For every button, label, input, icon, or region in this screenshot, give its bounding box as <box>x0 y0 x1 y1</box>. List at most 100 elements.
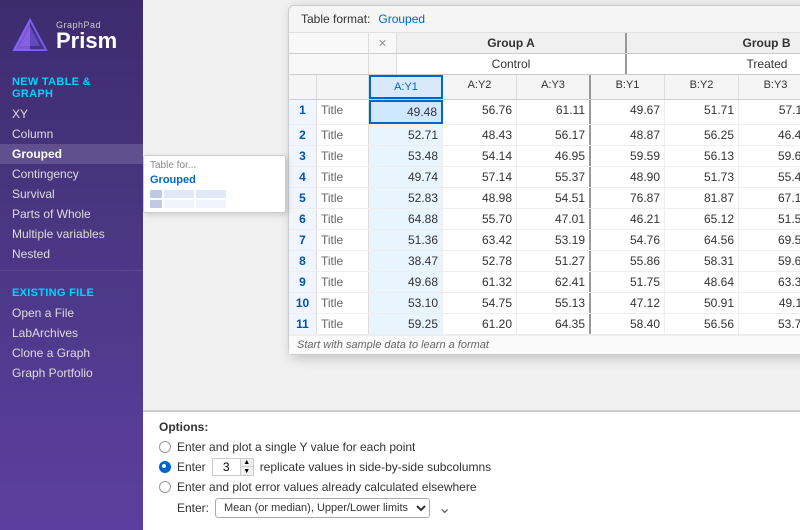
new-table-section-title: NEW TABLE & GRAPH <box>0 66 143 104</box>
cell-data[interactable]: 48.64 <box>665 272 739 292</box>
clear-icon[interactable]: ✕ <box>378 38 387 50</box>
cell-data[interactable]: 81.87 <box>665 188 739 208</box>
cell-data[interactable]: 54.14 <box>443 146 517 166</box>
sidebar-item-survival[interactable]: Survival <box>0 184 143 204</box>
cell-data[interactable]: 48.90 <box>591 167 665 187</box>
spinner-down[interactable]: ▼ <box>241 467 253 475</box>
cell-data[interactable]: 54.75 <box>443 293 517 313</box>
sidebar-item-contingency[interactable]: Contingency <box>0 164 143 184</box>
group-header-empty <box>289 33 369 53</box>
cell-data[interactable]: 48.87 <box>591 125 665 145</box>
cell-data[interactable]: 57.11 <box>739 100 800 124</box>
mini-panel-grouped[interactable]: Grouped <box>150 174 279 186</box>
cell-data[interactable]: 64.35 <box>517 314 591 334</box>
sidebar-item-multiple-variables[interactable]: Multiple variables <box>0 224 143 244</box>
cell-data[interactable]: 67.12 <box>739 188 800 208</box>
sidebar-item-parts-of-whole[interactable]: Parts of Whole <box>0 204 143 224</box>
cell-data[interactable]: 56.56 <box>665 314 739 334</box>
cell-data[interactable]: 51.71 <box>665 100 739 124</box>
cell-data[interactable]: 49.74 <box>369 167 443 187</box>
cell-data[interactable]: 54.76 <box>591 230 665 250</box>
col-hdr-by1[interactable]: B:Y1 <box>591 75 665 99</box>
col-hdr-ay1[interactable]: A:Y1 <box>369 75 443 99</box>
sidebar-item-xy[interactable]: XY <box>0 104 143 124</box>
radio-single-y[interactable] <box>159 441 171 453</box>
treated-subgroup: Treated <box>627 54 800 74</box>
cell-data[interactable]: 46.40 <box>739 125 800 145</box>
cell-data[interactable]: 64.56 <box>665 230 739 250</box>
cell-data[interactable]: 49.67 <box>591 100 665 124</box>
cell-data[interactable]: 51.73 <box>665 167 739 187</box>
cell-data[interactable]: 59.25 <box>369 314 443 334</box>
cell-data[interactable]: 49.48 <box>369 100 443 124</box>
cell-data[interactable]: 48.98 <box>443 188 517 208</box>
cell-data[interactable]: 56.17 <box>517 125 591 145</box>
cell-data[interactable]: 47.12 <box>591 293 665 313</box>
sidebar-item-graph-portfolio[interactable]: Graph Portfolio <box>0 363 143 383</box>
cell-data[interactable]: 53.19 <box>517 230 591 250</box>
enter-select[interactable]: Mean (or median), Upper/Lower limits <box>215 498 430 518</box>
cell-data[interactable]: 61.32 <box>443 272 517 292</box>
cell-data[interactable]: 69.54 <box>739 230 800 250</box>
replicate-input[interactable] <box>212 458 240 476</box>
cell-data[interactable]: 53.48 <box>369 146 443 166</box>
cell-data[interactable]: 51.27 <box>517 251 591 271</box>
cell-data[interactable]: 55.86 <box>591 251 665 271</box>
cell-data[interactable]: 61.11 <box>517 100 591 124</box>
radio-error-values[interactable] <box>159 481 171 493</box>
cell-data[interactable]: 54.51 <box>517 188 591 208</box>
cell-data[interactable]: 76.87 <box>591 188 665 208</box>
cell-data[interactable]: 58.40 <box>591 314 665 334</box>
cell-data[interactable]: 56.76 <box>443 100 517 124</box>
sidebar-item-labarchives[interactable]: LabArchives <box>0 323 143 343</box>
cell-data[interactable]: 49.11 <box>739 293 800 313</box>
cell-data[interactable]: 64.88 <box>369 209 443 229</box>
sidebar-item-nested[interactable]: Nested <box>0 244 143 264</box>
cell-data[interactable]: 57.14 <box>443 167 517 187</box>
cell-data[interactable]: 59.66 <box>739 146 800 166</box>
sidebar-item-clone-graph[interactable]: Clone a Graph <box>0 343 143 363</box>
cell-data[interactable]: 38.47 <box>369 251 443 271</box>
radio-replicate[interactable] <box>159 461 171 473</box>
cell-data[interactable]: 52.78 <box>443 251 517 271</box>
cell-data[interactable]: 56.25 <box>665 125 739 145</box>
cell-data[interactable]: 51.51 <box>739 209 800 229</box>
cell-data[interactable]: 52.83 <box>369 188 443 208</box>
cell-data[interactable]: 51.75 <box>591 272 665 292</box>
cell-data[interactable]: 55.70 <box>443 209 517 229</box>
replicate-spinner: ▲ ▼ <box>212 458 254 476</box>
cell-data[interactable]: 55.37 <box>517 167 591 187</box>
cell-data[interactable]: 65.12 <box>665 209 739 229</box>
cell-data[interactable]: 55.47 <box>739 167 800 187</box>
cell-data[interactable]: 53.10 <box>369 293 443 313</box>
cell-data[interactable]: 53.76 <box>739 314 800 334</box>
col-hdr-ay3[interactable]: A:Y3 <box>517 75 591 99</box>
cell-data[interactable]: 63.42 <box>443 230 517 250</box>
cell-data[interactable]: 50.91 <box>665 293 739 313</box>
col-hdr-by3[interactable]: B:Y3 <box>739 75 800 99</box>
cell-data[interactable]: 46.95 <box>517 146 591 166</box>
table-format-value[interactable]: Grouped <box>378 12 425 26</box>
cell-data[interactable]: 58.31 <box>665 251 739 271</box>
cell-data[interactable]: 47.01 <box>517 209 591 229</box>
cell-data[interactable]: 55.13 <box>517 293 591 313</box>
table-row: 5Title52.8348.9854.5176.8781.8767.12 <box>289 188 800 209</box>
sidebar-item-grouped[interactable]: Grouped <box>0 144 143 164</box>
cell-data[interactable]: 62.41 <box>517 272 591 292</box>
col-hdr-by2[interactable]: B:Y2 <box>665 75 739 99</box>
cell-data[interactable]: 63.37 <box>739 272 800 292</box>
cell-data[interactable]: 48.43 <box>443 125 517 145</box>
sidebar-item-column[interactable]: Column <box>0 124 143 144</box>
cell-data[interactable]: 61.20 <box>443 314 517 334</box>
spinner-up[interactable]: ▲ <box>241 459 253 467</box>
cell-data[interactable]: 59.66 <box>739 251 800 271</box>
sidebar-item-open-file[interactable]: Open a File <box>0 303 143 323</box>
cell-data[interactable]: 56.13 <box>665 146 739 166</box>
cell-data[interactable]: 51.36 <box>369 230 443 250</box>
cell-data[interactable]: 52.71 <box>369 125 443 145</box>
col-hdr-ay2[interactable]: A:Y2 <box>443 75 517 99</box>
cell-data[interactable]: 59.59 <box>591 146 665 166</box>
cell-data[interactable]: 46.21 <box>591 209 665 229</box>
cell-data[interactable]: 49.68 <box>369 272 443 292</box>
mini-cell <box>150 190 162 198</box>
